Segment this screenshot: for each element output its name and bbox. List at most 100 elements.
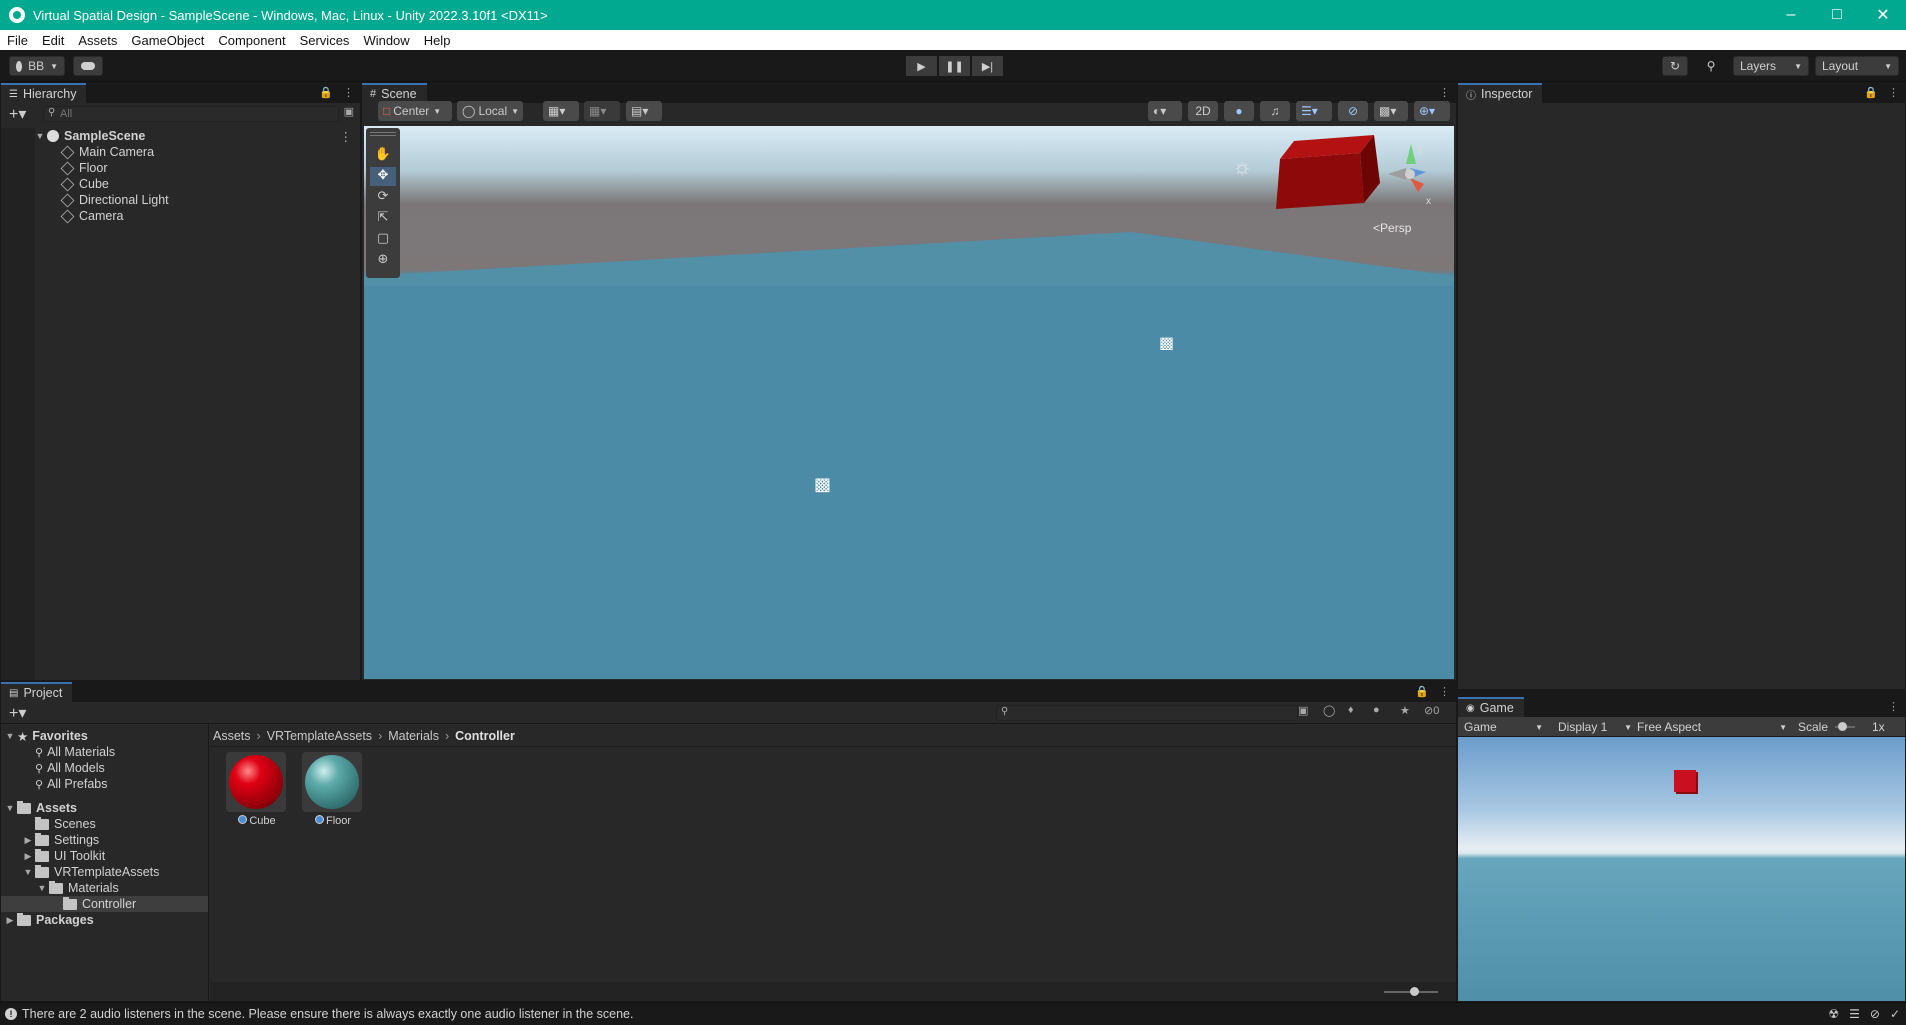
camera-gizmo-icon[interactable]: ▩ [1159, 333, 1174, 353]
project-search-input[interactable]: ⚲ [996, 705, 1298, 721]
add-icon[interactable]: +▾ [9, 703, 26, 723]
bug-icon[interactable]: ☢ [1828, 1007, 1839, 1021]
history-button[interactable]: ↻ [1662, 56, 1688, 76]
menu-window[interactable]: Window [356, 33, 416, 48]
increment-snap-button[interactable]: ▦▾ [584, 101, 620, 121]
game-viewport[interactable] [1458, 737, 1905, 1001]
favorite-all-prefabs[interactable]: ⚲ All Prefabs [35, 776, 108, 792]
tab-game[interactable]: ◉ Game [1458, 697, 1524, 717]
audio-toggle[interactable]: ♫ [1260, 101, 1290, 121]
space-dropdown[interactable]: ◯ Local ▼ [457, 101, 523, 121]
search-button[interactable]: ⚲ [1698, 56, 1724, 76]
step-button[interactable]: ▶| [972, 56, 1003, 76]
toggle-2d-button[interactable]: 2D [1188, 101, 1218, 121]
layers-icon[interactable]: ☰ [1849, 1007, 1860, 1021]
rotate-tool-icon[interactable]: ⟳ [370, 188, 396, 207]
status-message[interactable]: There are 2 audio listeners in the scene… [22, 1007, 633, 1021]
hand-tool-icon[interactable]: ✋ [370, 146, 396, 165]
display-dropdown[interactable]: Display 1 ▼ [1554, 717, 1636, 737]
hierarchy-item-directional-light[interactable]: Directional Light [60, 192, 169, 208]
kebab-menu-icon[interactable]: ⋮ [1888, 86, 1899, 99]
menu-edit[interactable]: Edit [35, 33, 71, 48]
layout-dropdown[interactable]: Layout ▼ [1815, 56, 1899, 76]
kebab-menu-icon[interactable]: ⋮ [340, 129, 353, 144]
favorite-all-materials[interactable]: ⚲ All Materials [35, 744, 115, 760]
folder-ui-toolkit[interactable]: ▶ UI Toolkit [23, 848, 105, 864]
scene-viewport[interactable]: ✋ ✥ ⟳ ⇱ ▢ ⊕ ▩ ▩ ☼ y x <Persp [364, 126, 1454, 679]
menu-services[interactable]: Services [293, 33, 357, 48]
game-view-dropdown[interactable]: Game ▼ [1460, 717, 1547, 737]
hierarchy-scene[interactable]: ▼ SampleScene ⋮ [35, 128, 360, 144]
search-by-label-icon[interactable]: ◯ [1323, 704, 1335, 717]
asset-tile-floor[interactable]: Floor [302, 752, 364, 828]
gizmos-dropdown[interactable]: ⊕▾ [1414, 101, 1450, 121]
debug-icon[interactable]: ⊘ [1870, 1007, 1880, 1021]
effects-dropdown[interactable]: ☰▾ [1296, 101, 1332, 121]
tab-hierarchy[interactable]: ☰ Hierarchy [1, 83, 87, 103]
tab-scene[interactable]: # Scene [362, 83, 427, 103]
breadcrumb-assets[interactable]: Assets [213, 729, 251, 743]
folder-materials[interactable]: ▼ Materials [37, 880, 119, 896]
lock-icon[interactable]: 🔒 [319, 86, 333, 99]
hierarchy-item-camera[interactable]: Camera [60, 208, 123, 224]
pause-button[interactable]: ❚❚ [939, 56, 970, 76]
tab-project[interactable]: ▤ Project [1, 682, 73, 702]
search-by-type-icon[interactable]: ▣ [1298, 704, 1308, 717]
chevron-down-icon[interactable]: ▼ [23, 867, 33, 877]
breadcrumb-vrtemplateassets[interactable]: VRTemplateAssets [267, 729, 372, 743]
hierarchy-item-cube[interactable]: Cube [60, 176, 109, 192]
hierarchy-search-input[interactable]: ⚲ All [43, 106, 339, 122]
hidden-packages-toggle[interactable]: ⊘0 [1424, 704, 1439, 717]
menu-component[interactable]: Component [211, 33, 292, 48]
favorites-header[interactable]: ▼ ★ Favorites [5, 728, 88, 744]
kebab-menu-icon[interactable]: ⋮ [1888, 700, 1899, 713]
zoom-slider-thumb[interactable] [1410, 987, 1419, 996]
tag-icon[interactable]: ♦ [1348, 704, 1354, 716]
minimize-icon[interactable]: – [1768, 0, 1814, 30]
lock-icon[interactable]: 🔒 [1415, 685, 1429, 698]
chevron-down-icon[interactable]: ▼ [35, 131, 45, 141]
play-button[interactable]: ▶ [906, 56, 937, 76]
breadcrumb-materials[interactable]: Materials [388, 729, 439, 743]
cloud-button[interactable] [73, 56, 103, 76]
maximize-icon[interactable]: □ [1814, 0, 1860, 30]
aspect-dropdown[interactable]: Free Aspect ▼ [1633, 717, 1791, 737]
pivot-dropdown[interactable]: □ Center ▼ [378, 101, 452, 121]
warning-filter-icon[interactable]: ● [1373, 704, 1380, 716]
star-icon[interactable]: ★ [1400, 704, 1410, 717]
favorite-all-models[interactable]: ⚲ All Models [35, 760, 105, 776]
scale-slider-thumb[interactable] [1838, 722, 1847, 731]
chevron-right-icon[interactable]: ▶ [23, 835, 33, 846]
folder-vrtemplateassets[interactable]: ▼ VRTemplateAssets [23, 864, 159, 880]
move-tool-icon[interactable]: ✥ [370, 167, 396, 186]
folder-scenes[interactable]: Scenes [23, 816, 96, 832]
tab-inspector[interactable]: ⓘ Inspector [1458, 83, 1543, 103]
hidden-objects-toggle[interactable]: ⊘ [1338, 101, 1368, 121]
lighting-toggle[interactable]: ● [1224, 101, 1254, 121]
hierarchy-item-main-camera[interactable]: Main Camera [60, 144, 154, 160]
close-icon[interactable]: ✕ [1860, 0, 1906, 30]
directional-light-gizmo-icon[interactable]: ☼ [1232, 154, 1252, 180]
menu-help[interactable]: Help [417, 33, 458, 48]
assets-header[interactable]: ▼ Assets [5, 800, 77, 816]
draw-mode-dropdown[interactable]: ◐▾ [1148, 101, 1182, 121]
packages-header[interactable]: ▶ Packages [5, 912, 94, 928]
drag-handle-icon[interactable] [370, 132, 396, 136]
menu-gameobject[interactable]: GameObject [124, 33, 211, 48]
chevron-down-icon[interactable]: ▼ [37, 883, 47, 893]
perspective-toggle[interactable]: <Persp [1373, 221, 1411, 235]
ruler-button[interactable]: ▤▾ [626, 101, 662, 121]
rect-tool-icon[interactable]: ▢ [370, 230, 396, 249]
breadcrumb-controller[interactable]: Controller [455, 729, 515, 743]
asset-tile-cube[interactable]: Cube [226, 752, 288, 828]
kebab-menu-icon[interactable]: ⋮ [1439, 86, 1450, 99]
hierarchy-item-floor[interactable]: Floor [60, 160, 107, 176]
layers-dropdown[interactable]: Layers ▼ [1733, 56, 1809, 76]
camera-gizmo-icon[interactable]: ▩ [814, 474, 831, 495]
menu-file[interactable]: File [0, 33, 35, 48]
add-icon[interactable]: +▾ [9, 104, 26, 124]
account-button[interactable]: BB ▼ [9, 56, 65, 76]
orientation-gizmo[interactable]: y x [1366, 134, 1436, 214]
check-icon[interactable]: ✓ [1890, 1007, 1900, 1021]
lock-icon[interactable]: 🔒 [1864, 86, 1878, 99]
